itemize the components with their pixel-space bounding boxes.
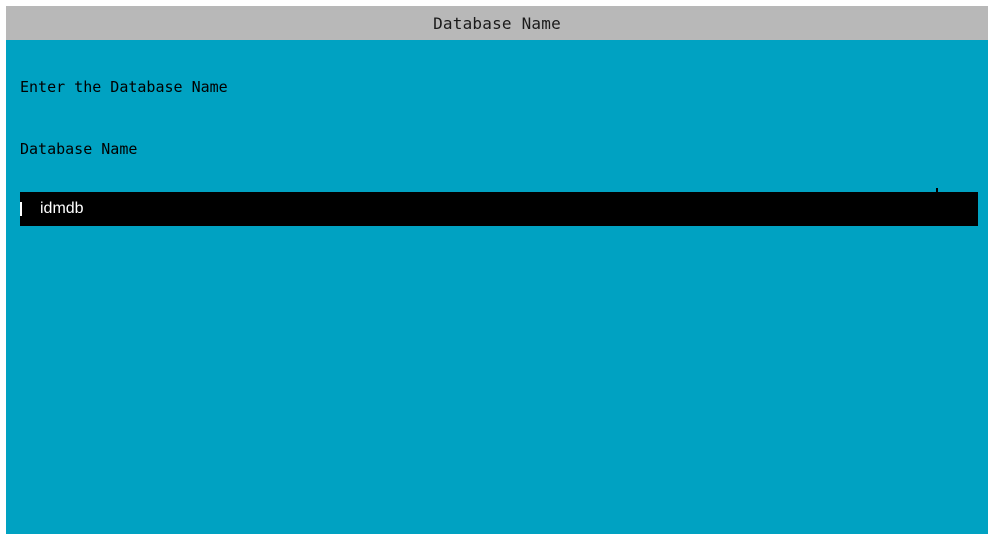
database-name-input[interactable] <box>20 192 978 226</box>
database-name-label: Database Name <box>20 140 138 158</box>
instruction-text: Enter the Database Name <box>20 78 228 96</box>
window-title: Database Name <box>6 6 988 40</box>
field-end-marker <box>936 188 938 196</box>
dialog-window: Database Name Enter the Database Name Da… <box>6 6 988 534</box>
screen-frame: Database Name Enter the Database Name Da… <box>0 0 988 539</box>
text-cursor <box>20 202 22 216</box>
